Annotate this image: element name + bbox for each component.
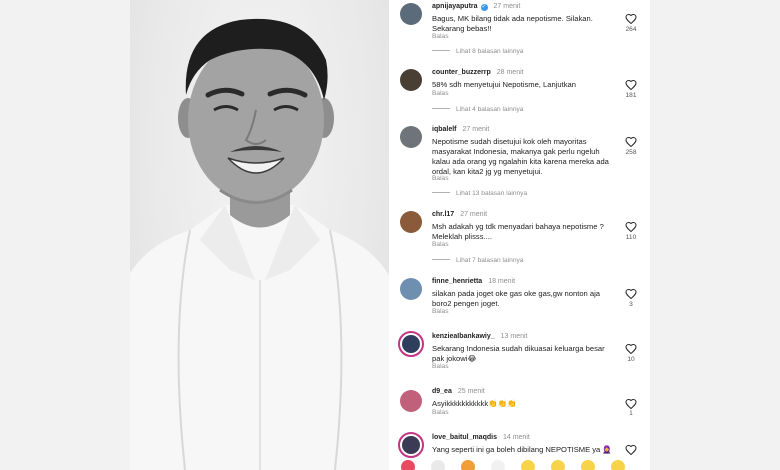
like-count: 110 xyxy=(625,234,637,241)
avatar[interactable] xyxy=(400,278,422,300)
clap-emoji-icon[interactable] xyxy=(431,460,445,470)
avatar-image xyxy=(402,335,420,353)
emoji-bar xyxy=(389,460,650,470)
reply-button[interactable]: Balas xyxy=(432,175,449,182)
comment-header: counter_buzzerrp 28 menit xyxy=(432,69,524,76)
heart-icon[interactable] xyxy=(625,79,637,91)
comment-time: 28 menit xyxy=(496,69,524,76)
surprised-emoji-icon[interactable] xyxy=(581,460,595,470)
avatar[interactable] xyxy=(400,126,422,148)
post-photo xyxy=(130,0,389,470)
heart-icon[interactable] xyxy=(625,398,637,410)
reply-button[interactable]: Balas xyxy=(432,90,449,97)
fire-emoji-icon[interactable] xyxy=(461,460,475,470)
comment-text: 58% sdh menyetujui Nepotisme, Lanjutkan xyxy=(432,80,576,89)
reply-button[interactable]: Balas xyxy=(432,33,449,40)
reply-button[interactable]: Balas xyxy=(432,241,449,248)
avatar-image xyxy=(402,436,420,454)
heart-icon[interactable] xyxy=(625,221,637,233)
comment-text: Bagus, MK bilang tidak ada nepotisme. Si… xyxy=(432,14,593,33)
heart-icon[interactable] xyxy=(625,288,637,300)
comment-username[interactable]: apnijayaputra xyxy=(432,3,478,10)
comment-header: finne_henrietta 18 menit xyxy=(432,278,515,285)
instagram-post: apnijayaputra ✓ 27 menit Bagus, MK bilang … xyxy=(130,0,650,470)
view-replies-button[interactable]: Lihat 8 balasan lainnya xyxy=(432,48,523,55)
comment-time: 27 menit xyxy=(460,211,488,218)
heart-eyes-emoji-icon[interactable] xyxy=(551,460,565,470)
like-count: 258 xyxy=(625,149,637,156)
comment-time: 14 menit xyxy=(502,434,530,441)
divider-line xyxy=(432,192,450,193)
heart-icon[interactable] xyxy=(625,13,637,25)
comment-header: love_baitul_maqdis 14 menit xyxy=(432,434,530,441)
heart-emoji-icon[interactable] xyxy=(401,460,415,470)
heart-icon[interactable] xyxy=(625,343,637,355)
comment-username[interactable]: love_baitul_maqdis xyxy=(432,434,497,441)
comment-username[interactable]: iqbalelf xyxy=(432,126,457,133)
comment-time: 27 menit xyxy=(493,3,521,10)
view-replies-label: Lihat 13 balasan lainnya xyxy=(456,190,528,197)
like-count: 1 xyxy=(629,410,633,417)
comment-time: 13 menit xyxy=(500,333,528,340)
comment-header: chr.l17 27 menit xyxy=(432,211,487,218)
heart-icon[interactable] xyxy=(625,444,637,456)
like-count: 264 xyxy=(625,26,637,33)
view-replies-label: Lihat 8 balasan lainnya xyxy=(456,48,524,55)
divider-line xyxy=(432,50,450,51)
raised-hands-emoji-icon[interactable] xyxy=(491,460,505,470)
reply-button[interactable]: Balas xyxy=(432,363,449,370)
avatar[interactable] xyxy=(398,432,424,458)
comment-username[interactable]: counter_buzzerrp xyxy=(432,69,491,76)
comment-header: kenzieaIbankawiy_ 13 menit xyxy=(432,333,528,340)
avatar[interactable] xyxy=(400,211,422,233)
heart-icon[interactable] xyxy=(625,136,637,148)
comment-header: d9_ea 25 menit xyxy=(432,388,485,395)
verified-badge-icon: ✓ xyxy=(480,4,488,11)
comments-panel: apnijayaputra ✓ 27 menit Bagus, MK bilang … xyxy=(389,0,650,470)
view-replies-button[interactable]: Lihat 7 balasan lainnya xyxy=(432,257,523,264)
comment-username[interactable]: kenzieaIbankawiy_ xyxy=(432,333,495,340)
avatar[interactable] xyxy=(400,390,422,412)
view-replies-label: Lihat 4 balasan lainnya xyxy=(456,106,524,113)
comment-text: Yang seperti ini ga boleh dibilang NEPOT… xyxy=(432,445,612,454)
comment-username[interactable]: d9_ea xyxy=(432,388,452,395)
avatar[interactable] xyxy=(400,3,422,25)
view-replies-button[interactable]: Lihat 13 balasan lainnya xyxy=(432,190,527,197)
comment-time: 25 menit xyxy=(457,388,485,395)
avatar[interactable] xyxy=(398,331,424,357)
comment-text: silakan pada joget oke gas oke gas,gw no… xyxy=(432,289,601,308)
avatar[interactable] xyxy=(400,69,422,91)
comment-header: apnijayaputra ✓ 27 menit xyxy=(432,3,520,11)
view-replies-label: Lihat 7 balasan lainnya xyxy=(456,257,524,264)
comment-time: 27 menit xyxy=(462,126,490,133)
like-count: 10 xyxy=(627,356,635,363)
comment-text: Sekarang Indonesia sudah dikuasai keluar… xyxy=(432,344,605,363)
view-replies-button[interactable]: Lihat 4 balasan lainnya xyxy=(432,106,523,113)
comment-header: iqbalelf 27 menit xyxy=(432,126,489,133)
divider-line xyxy=(432,108,450,109)
laughing-emoji-icon[interactable] xyxy=(611,460,625,470)
comment-text: Nepotisme sudah disetujui kok oleh mayor… xyxy=(432,137,609,176)
comment-text: Msh adakah yg tdk menyadari bahaya nepot… xyxy=(432,222,604,241)
divider-line xyxy=(432,259,450,260)
like-count: 181 xyxy=(625,92,637,99)
comment-text: Asyikkkkkkkkkkk👏👏👏 xyxy=(432,399,517,408)
sad-emoji-icon[interactable] xyxy=(521,460,535,470)
reply-button[interactable]: Balas xyxy=(432,409,449,416)
portrait-illustration xyxy=(130,18,389,470)
comment-username[interactable]: finne_henrietta xyxy=(432,278,482,285)
comment-username[interactable]: chr.l17 xyxy=(432,211,454,218)
reply-button[interactable]: Balas xyxy=(432,308,449,315)
comment-time: 18 menit xyxy=(488,278,516,285)
like-count: 3 xyxy=(629,301,633,308)
